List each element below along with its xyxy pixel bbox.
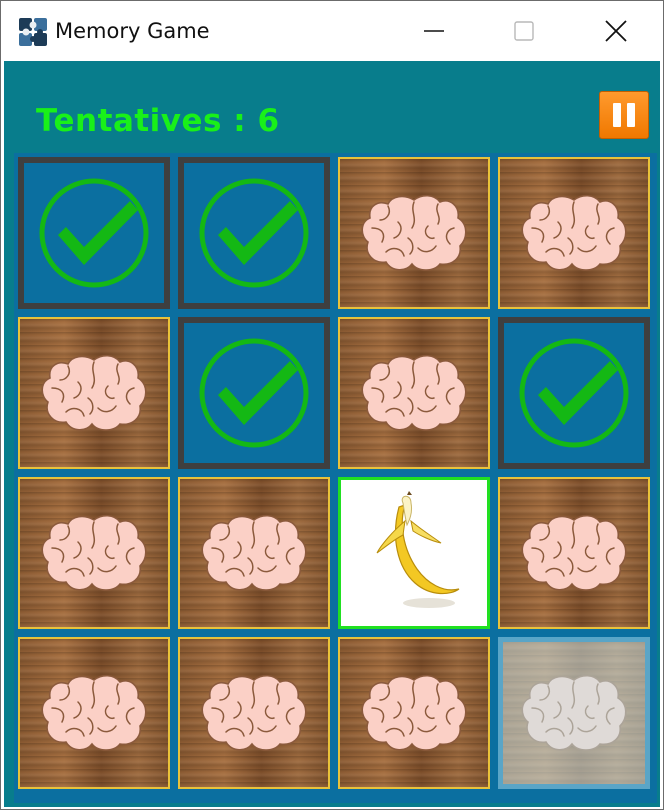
card-r4-c4[interactable] — [498, 637, 650, 789]
app-window: Memory Game Tentatives : 6 — [0, 0, 664, 810]
card-r2-c1[interactable] — [18, 317, 170, 469]
pause-button[interactable] — [599, 91, 649, 139]
tries-counter: Tentatives : 6 — [36, 103, 280, 139]
brain-icon — [38, 512, 150, 594]
card-r4-c1[interactable] — [18, 637, 170, 789]
pause-icon — [613, 103, 621, 127]
card-grid — [14, 153, 657, 803]
brain-icon — [358, 192, 470, 274]
maximize-button[interactable] — [477, 1, 571, 61]
banana-icon — [359, 491, 469, 615]
pause-icon-bar — [627, 103, 635, 127]
brain-icon — [358, 672, 470, 754]
card-r3-c4[interactable] — [498, 477, 650, 629]
check-icon — [38, 177, 150, 289]
brain-icon — [38, 352, 150, 434]
game-area: Tentatives : 6 — [4, 61, 660, 807]
check-icon — [518, 337, 630, 449]
card-r3-c3[interactable] — [338, 477, 490, 629]
card-r1-c2[interactable] — [178, 157, 330, 309]
card-r2-c4[interactable] — [498, 317, 650, 469]
minimize-button[interactable] — [387, 1, 481, 61]
brain-icon — [38, 672, 150, 754]
brain-icon — [198, 672, 310, 754]
close-button[interactable] — [569, 1, 663, 61]
card-r1-c1[interactable] — [18, 157, 170, 309]
brain-icon — [518, 192, 630, 274]
card-r4-c2[interactable] — [178, 637, 330, 789]
maximize-icon — [514, 21, 534, 41]
brain-icon — [198, 512, 310, 594]
puzzle-icon — [19, 18, 47, 46]
card-r4-c3[interactable] — [338, 637, 490, 789]
brain-icon — [358, 352, 470, 434]
check-icon — [198, 337, 310, 449]
brain-icon — [518, 672, 630, 754]
card-r2-c2[interactable] — [178, 317, 330, 469]
brain-icon — [518, 512, 630, 594]
card-r3-c2[interactable] — [178, 477, 330, 629]
card-r2-c3[interactable] — [338, 317, 490, 469]
check-icon — [198, 177, 310, 289]
card-r1-c3[interactable] — [338, 157, 490, 309]
title-bar[interactable]: Memory Game — [1, 1, 663, 61]
window-title: Memory Game — [55, 19, 210, 43]
card-r1-c4[interactable] — [498, 157, 650, 309]
card-r3-c1[interactable] — [18, 477, 170, 629]
close-icon — [605, 20, 627, 42]
minimize-icon — [424, 30, 444, 32]
